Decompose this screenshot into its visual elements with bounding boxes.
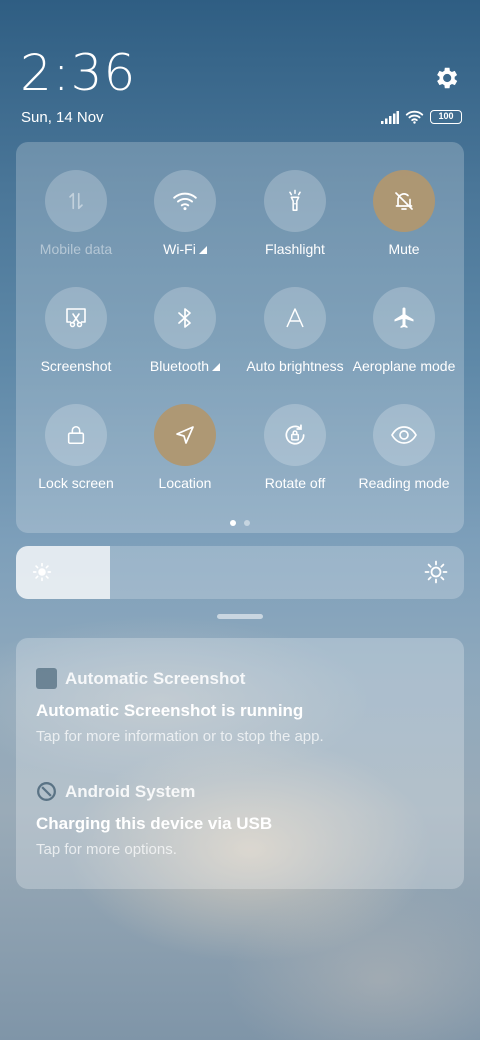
tile-aeroplane-mode[interactable]: Aeroplane mode (349, 287, 459, 374)
gear-icon[interactable] (432, 64, 460, 92)
tile-mute-button[interactable] (373, 170, 435, 232)
tile-bluetooth-label: Bluetooth (149, 358, 210, 374)
screenshot-icon (66, 308, 86, 328)
tile-reading-mode[interactable]: Reading mode (349, 404, 459, 491)
tile-mute-label: Mute (388, 241, 420, 257)
clock-time[interactable]: 2:36 (20, 44, 136, 102)
quick-settings-panel: Mobile data Wi-Fi Flashlight Mute Screen… (16, 142, 464, 533)
tile-bluetooth[interactable]: Bluetooth (130, 287, 240, 374)
tile-reading-mode-label: Reading mode (358, 475, 450, 491)
page-indicator (16, 520, 464, 526)
drag-handle[interactable] (217, 614, 263, 619)
tile-auto-brightness-button[interactable] (264, 287, 326, 349)
tile-location-button[interactable] (154, 404, 216, 466)
tile-mobile-data-button[interactable] (45, 170, 107, 232)
app-icon (36, 668, 57, 689)
expand-triangle-icon (198, 246, 207, 254)
tile-auto-brightness-label: Auto brightness (246, 358, 344, 374)
tile-screenshot[interactable]: Screenshot (21, 287, 131, 374)
page-dot-active (230, 520, 236, 526)
tile-flashlight[interactable]: Flashlight (240, 170, 350, 257)
wifi-icon (173, 192, 197, 211)
tile-screenshot-button[interactable] (45, 287, 107, 349)
tile-rotate-off[interactable]: Rotate off (240, 404, 350, 491)
mobile-data-icon (69, 192, 83, 210)
tile-auto-brightness[interactable]: Auto brightness (240, 287, 350, 374)
tile-bluetooth-label-row: Bluetooth (130, 358, 240, 374)
lock-icon (67, 425, 85, 445)
tile-flashlight-button[interactable] (264, 170, 326, 232)
notification-app-name: Android System (65, 781, 196, 801)
flashlight-icon (289, 189, 301, 211)
android-system-icon (37, 782, 56, 801)
tile-wifi-label-row: Wi-Fi (130, 241, 240, 257)
notification-panel: Automatic Screenshot Automatic Screensho… (16, 638, 464, 889)
airplane-icon (394, 307, 414, 328)
bluetooth-icon (178, 308, 191, 328)
notification-title: Charging this device via USB (36, 814, 273, 833)
tile-mobile-data-label: Mobile data (39, 241, 113, 257)
notification-app-row: Automatic Screenshot (36, 668, 444, 689)
brightness-slider-fill[interactable] (16, 546, 111, 599)
tile-flashlight-label: Flashlight (265, 241, 325, 257)
tile-aeroplane-mode-label: Aeroplane mode (352, 358, 456, 374)
tile-screenshot-label: Screenshot (40, 358, 112, 374)
status-icons: 100 (381, 109, 462, 125)
tile-mobile-data[interactable]: Mobile data (21, 170, 131, 257)
brightness-high-icon (424, 560, 448, 584)
wifi-status-icon (405, 110, 424, 124)
tile-wifi[interactable]: Wi-Fi (130, 170, 240, 257)
tile-bluetooth-button[interactable] (154, 287, 216, 349)
auto-brightness-icon (286, 308, 304, 328)
tile-wifi-label: Wi-Fi (163, 241, 196, 257)
tile-location[interactable]: Location (130, 404, 240, 491)
brightness-slider[interactable] (16, 546, 464, 599)
expand-triangle-icon (212, 363, 221, 371)
notification-app-row: Android System (36, 781, 444, 802)
tile-mute[interactable]: Mute (349, 170, 459, 257)
tile-rotate-off-label: Rotate off (264, 475, 326, 491)
notification-body: Tap for more options. (36, 841, 177, 858)
tile-lock-screen-button[interactable] (45, 404, 107, 466)
eye-icon (391, 426, 417, 444)
tile-lock-screen-label: Lock screen (38, 475, 114, 491)
location-icon (176, 426, 194, 444)
tile-lock-screen[interactable]: Lock screen (21, 404, 131, 491)
signal-icon (381, 110, 399, 124)
tile-reading-mode-button[interactable] (373, 404, 435, 466)
brightness-low-icon (32, 562, 52, 582)
battery-indicator: 100 (430, 110, 462, 124)
notification-body: Tap for more information or to stop the … (36, 728, 324, 745)
tile-wifi-button[interactable] (154, 170, 216, 232)
notification-automatic-screenshot[interactable]: Automatic Screenshot Automatic Screensho… (36, 668, 444, 745)
tile-location-label: Location (158, 475, 212, 491)
tile-rotate-off-button[interactable] (264, 404, 326, 466)
page-dot (244, 520, 250, 526)
notification-title: Automatic Screenshot is running (36, 701, 304, 720)
bell-off-icon (395, 192, 413, 210)
notification-android-system[interactable]: Android System Charging this device via … (36, 781, 444, 859)
clock-date[interactable]: Sun, 14 Nov (21, 109, 104, 126)
rotate-lock-icon (285, 424, 305, 445)
tile-aeroplane-mode-button[interactable] (373, 287, 435, 349)
notification-app-name: Automatic Screenshot (65, 668, 246, 688)
